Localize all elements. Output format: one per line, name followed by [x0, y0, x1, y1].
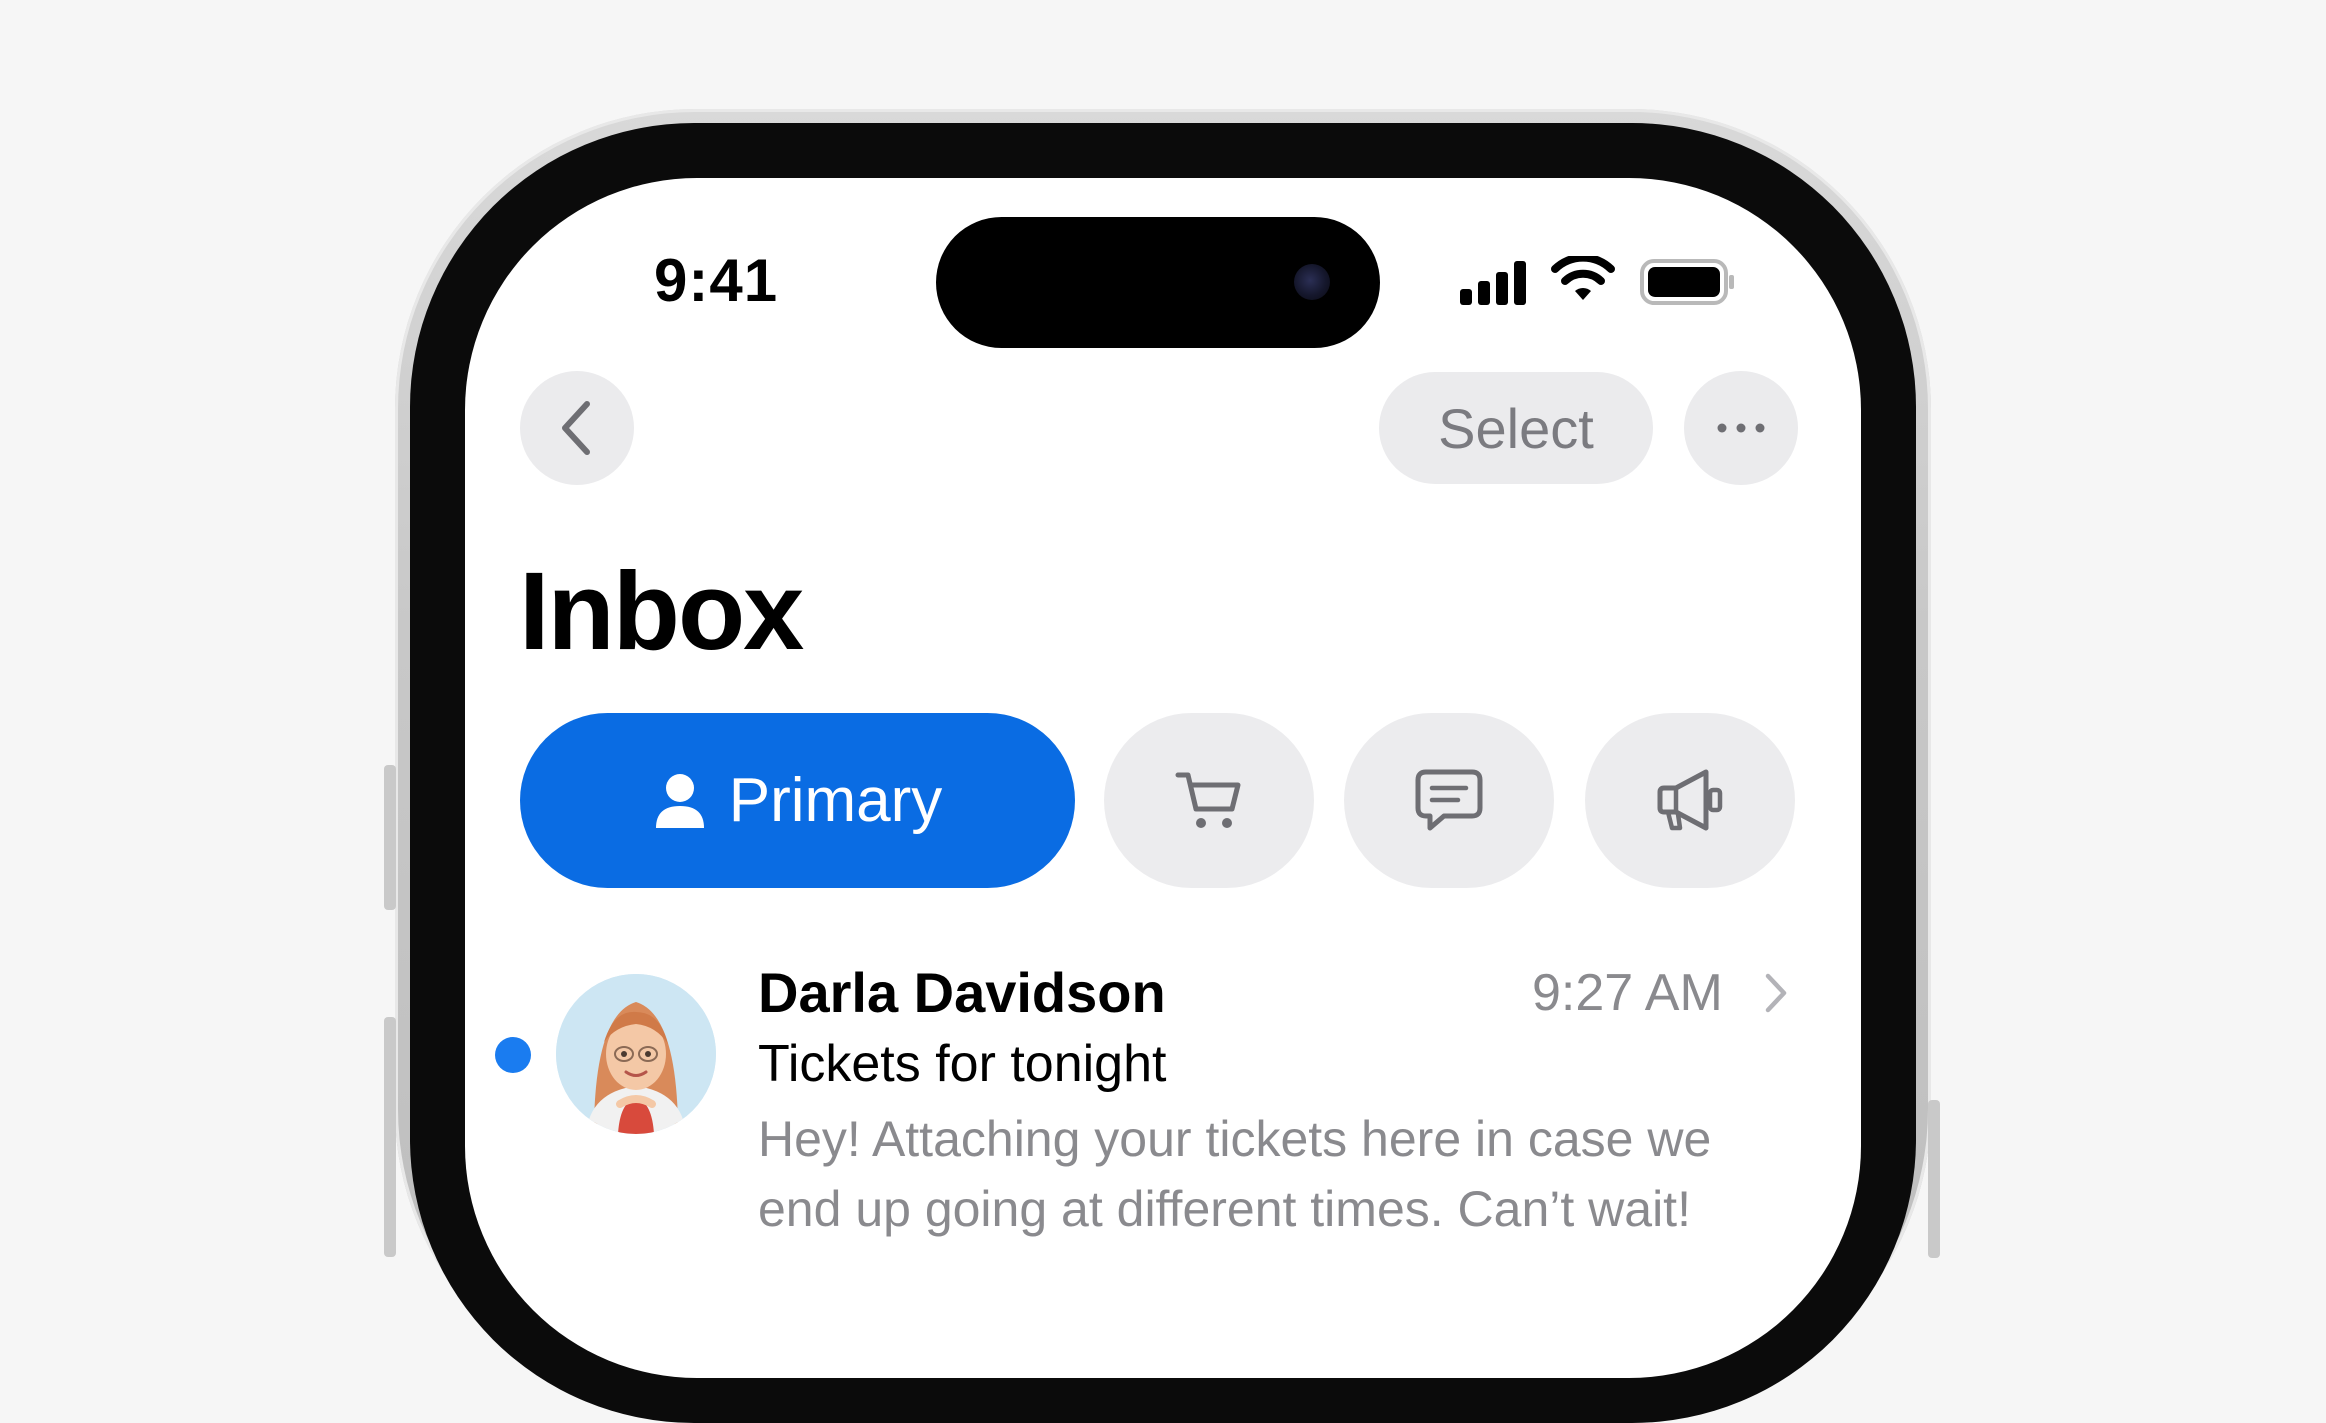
more-button[interactable] — [1684, 371, 1798, 485]
battery-icon — [1640, 259, 1734, 305]
tab-primary[interactable]: Primary — [520, 713, 1075, 888]
avatar — [556, 974, 716, 1134]
unread-indicator — [495, 1037, 531, 1073]
chat-bubble-icon — [1415, 769, 1483, 830]
action-button — [384, 765, 396, 910]
memoji-avatar-icon — [556, 974, 716, 1134]
message-subject: Tickets for tonight — [758, 1035, 1167, 1093]
tab-promotions[interactable] — [1585, 713, 1795, 888]
power-button — [1928, 1100, 1940, 1258]
person-icon — [655, 773, 704, 828]
message-preview-line-1: Hey! Attaching your tickets here in case… — [758, 1111, 1712, 1167]
wifi-icon — [1551, 256, 1615, 300]
cellular-signal-icon — [1460, 259, 1530, 305]
megaphone-icon — [1657, 769, 1723, 830]
message-preview-line-2: end up going at different times. Can’t w… — [758, 1181, 1691, 1237]
status-time: 9:41 — [654, 247, 779, 314]
chevron-left-icon — [562, 401, 590, 455]
select-button[interactable]: Select — [1379, 372, 1653, 484]
message-preview: Hey! Attaching your tickets here in case… — [758, 1104, 1808, 1244]
page-title: Inbox — [519, 550, 804, 673]
volume-button — [384, 1017, 396, 1257]
tab-shopping[interactable] — [1104, 713, 1314, 888]
message-time: 9:27 AM — [1532, 964, 1723, 1022]
cart-icon — [1175, 772, 1241, 828]
ellipsis-icon — [1717, 423, 1765, 433]
camera-lens — [1294, 264, 1330, 300]
tab-transactions[interactable] — [1344, 713, 1554, 888]
chevron-right-icon — [1765, 973, 1787, 1013]
sender-name: Darla Davidson — [758, 961, 1166, 1024]
tab-primary-label: Primary — [728, 766, 943, 835]
back-button[interactable] — [520, 371, 634, 485]
